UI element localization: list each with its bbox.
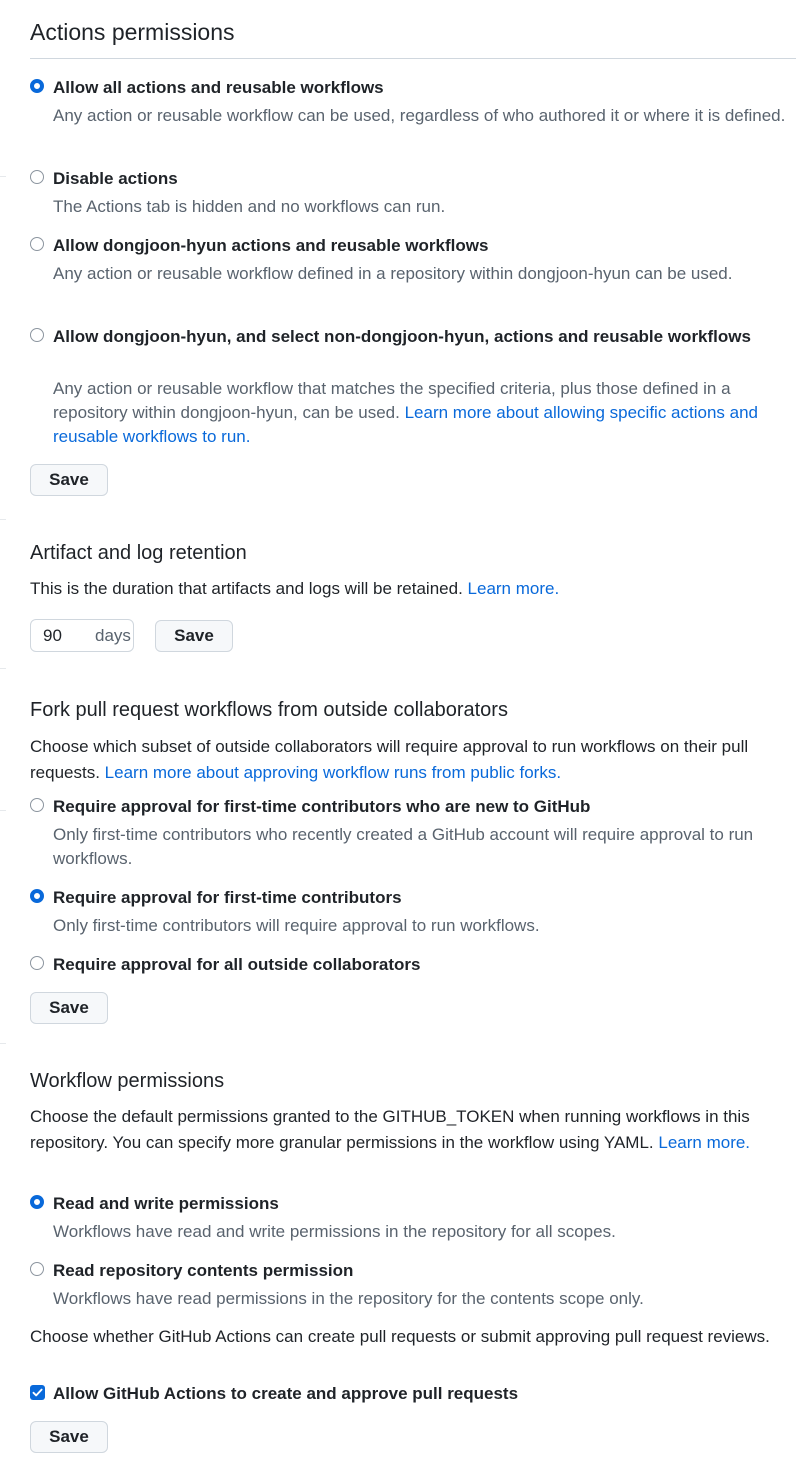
- option-label[interactable]: Read repository contents permission: [53, 1259, 353, 1283]
- radio-fork-new-to-github[interactable]: [30, 798, 44, 812]
- option-label[interactable]: Allow all actions and reusable workflows: [53, 76, 384, 100]
- option-description: The Actions tab is hidden and no workflo…: [53, 197, 446, 216]
- option-description: Workflows have read and write permission…: [53, 1222, 616, 1241]
- radio-allow-owner[interactable]: [30, 237, 44, 251]
- radio-read-write[interactable]: [30, 1195, 44, 1209]
- option-label[interactable]: Require approval for first-time contribu…: [53, 886, 402, 910]
- edge-divider: [0, 519, 6, 520]
- retention-days-field[interactable]: days: [30, 619, 134, 652]
- edge-divider: [0, 810, 6, 811]
- option-label[interactable]: Require approval for all outside collabo…: [53, 953, 420, 977]
- retention-description-text: This is the duration that artifacts and …: [30, 579, 463, 598]
- retention-save-button[interactable]: Save: [155, 620, 233, 652]
- fork-title: Fork pull request workflows from outside…: [30, 699, 508, 721]
- retention-unit-label: days: [95, 626, 131, 645]
- workflow-description-text: Choose the default permissions granted t…: [30, 1107, 750, 1152]
- option-description: Any action or reusable workflow defined …: [53, 264, 733, 283]
- option-label[interactable]: Allow GitHub Actions to create and appro…: [53, 1382, 518, 1406]
- option-label[interactable]: Allow dongjoon-hyun, and select non-dong…: [53, 325, 793, 349]
- edge-divider: [0, 1043, 6, 1044]
- title-divider: [30, 58, 796, 59]
- edge-divider: [0, 176, 6, 177]
- radio-disable-actions[interactable]: [30, 170, 44, 184]
- workflow-description: Choose the default permissions granted t…: [30, 1104, 796, 1156]
- pr-permission-description: Choose whether GitHub Actions can create…: [30, 1327, 770, 1346]
- retention-learn-more-link[interactable]: Learn more.: [468, 579, 560, 598]
- option-description: Any action or reusable workflow that mat…: [53, 377, 793, 449]
- workflow-learn-more-link[interactable]: Learn more.: [658, 1133, 750, 1152]
- actions-save-button[interactable]: Save: [30, 464, 108, 496]
- fork-description: Choose which subset of outside collabora…: [30, 734, 796, 786]
- checkbox-allow-prs[interactable]: [30, 1385, 45, 1400]
- option-description: Workflows have read permissions in the r…: [53, 1289, 644, 1308]
- option-description: Only first-time contributors will requir…: [53, 916, 540, 935]
- edge-divider: [0, 668, 6, 669]
- actions-permissions-title: Actions permissions: [30, 19, 235, 45]
- retention-description: This is the duration that artifacts and …: [30, 576, 796, 602]
- option-description: Any action or reusable workflow can be u…: [53, 106, 786, 125]
- fork-learn-more-link[interactable]: Learn more about approving workflow runs…: [105, 763, 561, 782]
- option-label[interactable]: Disable actions: [53, 167, 178, 191]
- workflow-permissions-title: Workflow permissions: [30, 1070, 225, 1092]
- checkmark-icon: [32, 1388, 43, 1397]
- workflow-save-button[interactable]: Save: [30, 1421, 108, 1453]
- option-label[interactable]: Require approval for first-time contribu…: [53, 795, 590, 819]
- radio-fork-all-outside[interactable]: [30, 956, 44, 970]
- option-label[interactable]: Read and write permissions: [53, 1192, 279, 1216]
- option-label[interactable]: Allow dongjoon-hyun actions and reusable…: [53, 234, 488, 258]
- radio-read-contents[interactable]: [30, 1262, 44, 1276]
- retention-days-input[interactable]: [39, 626, 87, 646]
- retention-title: Artifact and log retention: [30, 542, 247, 564]
- option-description: Only first-time contributors who recentl…: [53, 825, 754, 868]
- radio-fork-first-time[interactable]: [30, 889, 44, 903]
- radio-allow-all[interactable]: [30, 79, 44, 93]
- fork-save-button[interactable]: Save: [30, 992, 108, 1024]
- radio-allow-select[interactable]: [30, 328, 44, 342]
